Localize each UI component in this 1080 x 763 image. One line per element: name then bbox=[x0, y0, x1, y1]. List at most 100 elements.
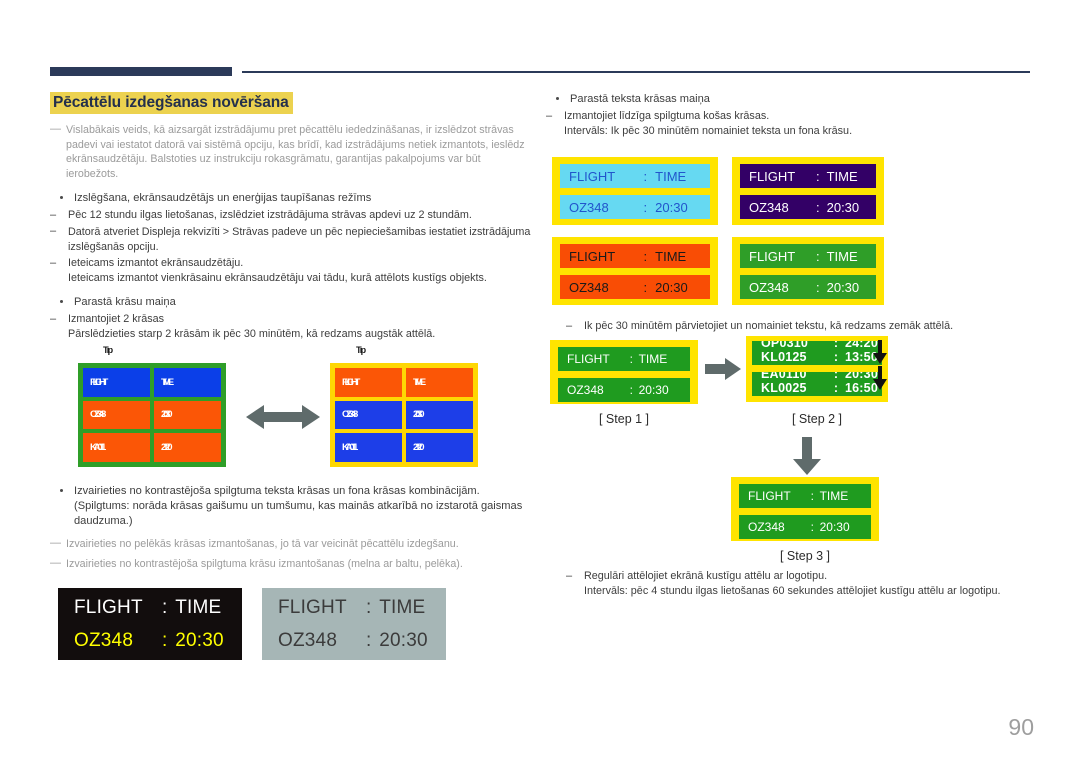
sub-item-12h: – Pēc 12 stundu ilgas lietošanas, izslēd… bbox=[50, 208, 532, 223]
sub-item-moving-logo: – Regulāri attēlojiet ekrānā kustīgu att… bbox=[566, 569, 1054, 598]
step2-row: KL0025 : 16:50 bbox=[761, 381, 882, 395]
bullet-dot-icon bbox=[60, 488, 64, 492]
grid-cell-text: FLIGHT bbox=[90, 376, 108, 388]
bullet-contrast: Izvairieties no kontrastējoša spilgtuma … bbox=[50, 484, 540, 529]
flight-time: 20:30 bbox=[638, 383, 669, 397]
time-label: TIME bbox=[638, 352, 668, 366]
separator-colon: : bbox=[815, 199, 820, 215]
down-arrow-icon bbox=[793, 437, 821, 480]
separator-colon: : bbox=[365, 596, 372, 618]
grid-cell: 21:20 bbox=[406, 433, 473, 462]
color-panel-header-row: FLIGHT : TIME bbox=[560, 164, 710, 188]
step2-strip-bottom: EA0110 : 20:30 KL0025 : 16:50 bbox=[752, 372, 882, 396]
header-rule-thick bbox=[50, 67, 232, 76]
flight-panel-dark: FLIGHT : TIME OZ348 : 20:30 bbox=[58, 588, 242, 660]
grid-cell: 21:20 bbox=[154, 433, 221, 462]
bullet-text-color-change-label: Parastā teksta krāsas maiņa bbox=[570, 93, 710, 105]
sub-item-display-props-text: Datorā atveriet Displeja rekvizīti > Str… bbox=[68, 225, 531, 253]
bullet-power-saving-label: Izslēgšana, ekrānsaudzētājs un enerģijas… bbox=[74, 192, 372, 205]
sub-item-screensaver-text: Ieteicams izmantot ekrānsaudzētāju. bbox=[68, 257, 244, 270]
sub-item-moving-logo-cont: Intervāls: pēc 4 stundu ilgas lietošanas… bbox=[584, 584, 1001, 597]
separator-colon: : bbox=[629, 352, 633, 366]
flight-label: FLIGHT bbox=[278, 596, 347, 618]
separator-colon: : bbox=[643, 248, 648, 264]
grid-cell: OZ348 bbox=[335, 400, 402, 430]
separator-colon: : bbox=[810, 520, 814, 534]
step2-row: OP0310 : 24:20 bbox=[761, 341, 882, 350]
flight-number: OZ348 bbox=[569, 279, 609, 295]
flight-number: OZ348 bbox=[567, 383, 604, 397]
right-column: Parastā teksta krāsas maiņa – Izmantojie… bbox=[546, 92, 1038, 138]
color-swap-figure: Tip Tip FLIGHT TIME OZ348 20:30 KA011 21… bbox=[78, 345, 478, 477]
separator-colon: : bbox=[161, 596, 168, 618]
flight-label: FLIGHT bbox=[567, 352, 610, 366]
flight-number: OZ348 bbox=[748, 520, 785, 534]
grid-cell-text: KA011 bbox=[90, 442, 106, 454]
flight-number: KL0025 bbox=[761, 381, 807, 395]
grid-cell-text: 20:30 bbox=[413, 409, 425, 421]
time-label: TIME bbox=[175, 596, 222, 618]
grid-cell: TIME bbox=[154, 368, 221, 397]
step3-label: [ Step 3 ] bbox=[779, 549, 831, 563]
step2-strip-top-inner: OP0310 : 24:20 KL0125 : 13:50 bbox=[761, 341, 882, 364]
right-arrow-icon bbox=[705, 358, 741, 385]
left-column-lower: Izvairieties no kontrastējoša spilgtuma … bbox=[50, 484, 540, 571]
grid-cell-text: KA011 bbox=[342, 442, 358, 454]
flight-time: 20:30 bbox=[826, 279, 860, 295]
color-grid-right: FLIGHT TIME OZ348 20:30 KA011 21:20 bbox=[330, 363, 478, 467]
grid-cell-text: 21:20 bbox=[161, 442, 173, 454]
step2-row: EA0110 : 20:30 bbox=[761, 372, 882, 381]
flight-number: OZ348 bbox=[278, 629, 338, 651]
time-label: TIME bbox=[819, 489, 849, 503]
color-panel-purple: FLIGHT : TIME OZ348 : 20:30 bbox=[732, 157, 884, 225]
sub-item-display-props: – Datorā atveriet Displeja rekvizīti > S… bbox=[50, 225, 532, 254]
separator-colon: : bbox=[815, 168, 820, 184]
separator-colon: : bbox=[643, 199, 648, 215]
bullet-contrast-cont1: (Spilgtums: norāda krāsas gaišumu un tum… bbox=[74, 500, 523, 512]
tip-label-left: Tip bbox=[103, 345, 113, 355]
grid-cell-text: 20:30 bbox=[161, 409, 173, 421]
grid-cell-text: OZ348 bbox=[342, 409, 358, 421]
dash-marker: – bbox=[50, 256, 57, 269]
page-number: 90 bbox=[1008, 714, 1034, 740]
step1-panel: FLIGHT : TIME OZ348 : 20:30 bbox=[550, 340, 698, 404]
step2-label: [ Step 2 ] bbox=[791, 412, 843, 426]
separator-colon: : bbox=[643, 168, 648, 184]
step3-header-row: FLIGHT : TIME bbox=[739, 484, 871, 508]
separator-colon: : bbox=[365, 629, 372, 651]
flight-panel-gray: FLIGHT : TIME OZ348 : 20:30 bbox=[262, 588, 446, 660]
flight-label: FLIGHT bbox=[569, 248, 616, 264]
bullet-contrast-cont2: daudzuma.) bbox=[74, 515, 133, 527]
color-grid-left: FLIGHT TIME OZ348 20:30 KA011 21:20 bbox=[78, 363, 226, 467]
grid-cell-text: 21:20 bbox=[413, 442, 425, 454]
sub-item-two-colors-text: Izmantojiet 2 krāsas bbox=[68, 313, 165, 326]
grid-cell: FLIGHT bbox=[83, 368, 150, 397]
sub-item-screensaver: – Ieteicams izmantot ekrānsaudzētāju. Ie… bbox=[50, 256, 532, 285]
grid-cell: KA011 bbox=[83, 433, 150, 462]
step2-strip-bottom-inner: EA0110 : 20:30 KL0025 : 16:50 bbox=[761, 372, 882, 395]
bullet-contrast-label: Izvairieties no kontrastējoša spilgtuma … bbox=[74, 485, 480, 497]
bullet-color-change: Parastā krāsu maiņa bbox=[50, 295, 532, 310]
dash-marker: – bbox=[50, 208, 57, 221]
dash-marker: — bbox=[50, 123, 61, 135]
page-title: Pēcattēlu izdegšanas novēršana bbox=[50, 92, 293, 114]
flight-number: EA0110 bbox=[761, 372, 807, 381]
step1-header-row: FLIGHT : TIME bbox=[558, 347, 690, 371]
sub-item-screensaver-cont: Ieteicams izmantot vienkrāsainu ekrānsau… bbox=[68, 271, 487, 284]
grid-cell-text: FLIGHT bbox=[342, 376, 360, 388]
flight-label: FLIGHT bbox=[569, 168, 616, 184]
header-rule-thin bbox=[242, 71, 1030, 73]
grid-cell-text: OZ348 bbox=[90, 409, 106, 421]
grid-cell: OZ348 bbox=[83, 400, 150, 430]
time-label: TIME bbox=[655, 168, 687, 184]
flight-number: OZ348 bbox=[749, 279, 789, 295]
dash-marker: – bbox=[566, 319, 573, 332]
note-avoid-gray: — Izvairieties no pelēkās krāsas izmanto… bbox=[50, 537, 540, 552]
grid-cell: TIME bbox=[406, 368, 473, 397]
flight-number: OZ348 bbox=[74, 629, 134, 651]
grid-cell-text: TIME bbox=[161, 376, 174, 388]
step2-panel: OP0310 : 24:20 KL0125 : 13:50 EA0110 : 2… bbox=[746, 336, 888, 402]
sub-item-bright-colors-cont: Intervāls: Ik pēc 30 minūtēm nomainiet t… bbox=[564, 124, 853, 137]
grid-cell: 20:30 bbox=[154, 400, 221, 430]
step2-row: KL0125 : 13:50 bbox=[761, 350, 882, 364]
